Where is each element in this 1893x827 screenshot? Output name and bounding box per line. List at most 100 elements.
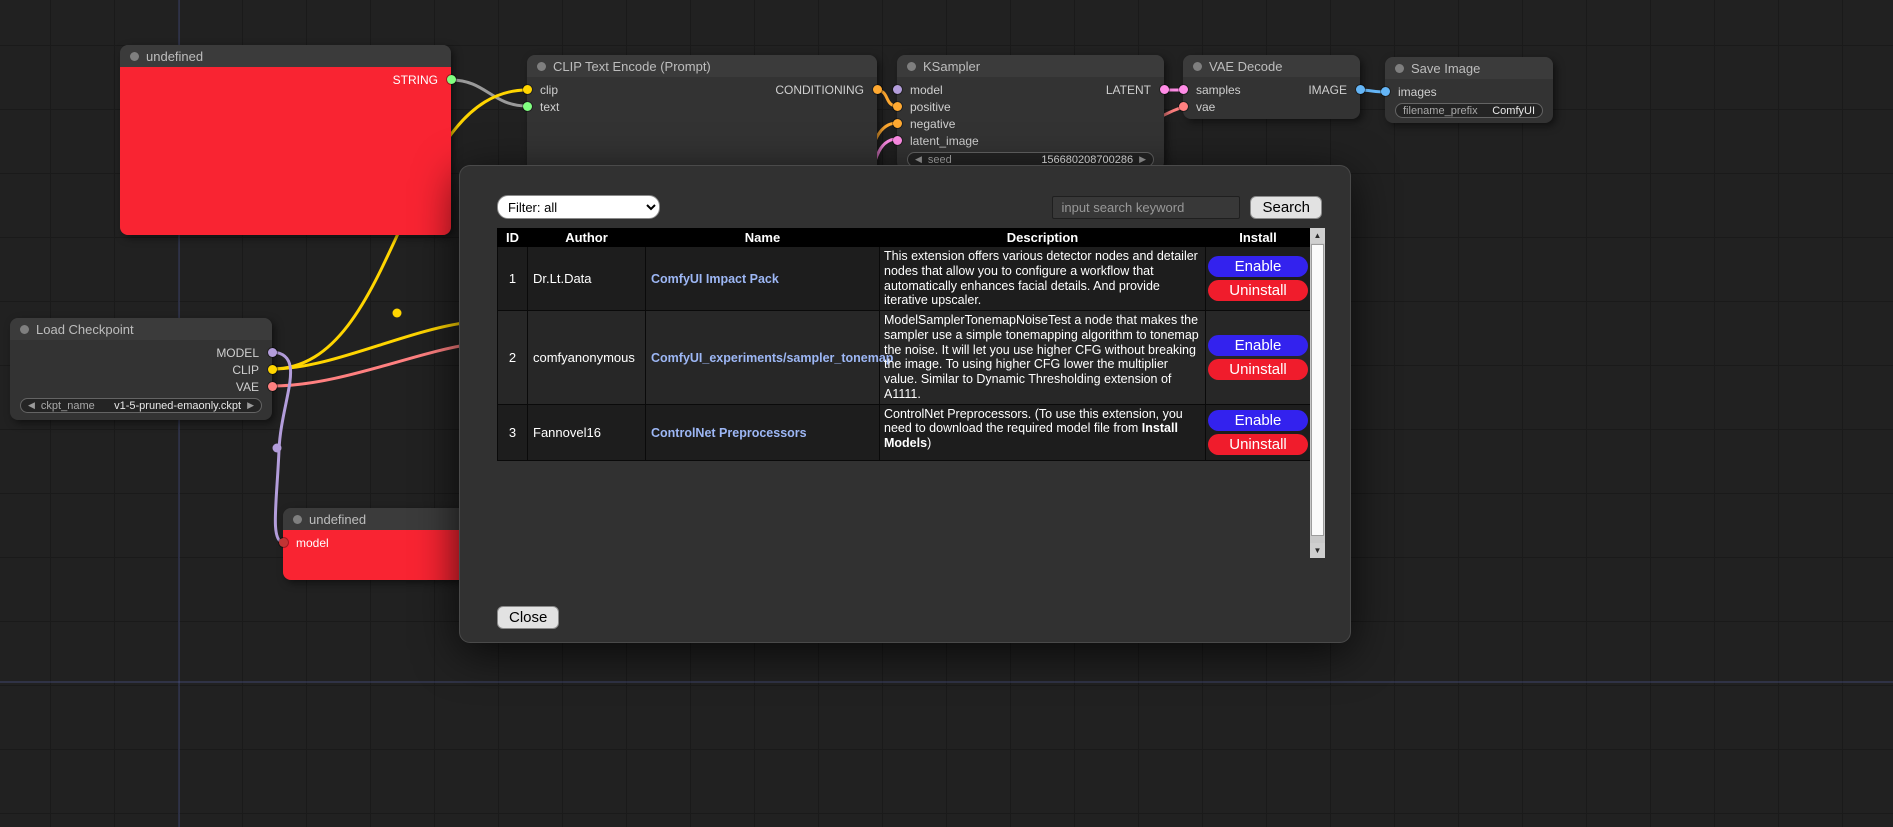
- output-label: IMAGE: [1308, 83, 1347, 97]
- node-title-bar[interactable]: Save Image: [1385, 57, 1553, 79]
- MODEL-output-port[interactable]: [268, 348, 277, 357]
- LATENT-output-port[interactable]: [1160, 85, 1169, 94]
- scrollbar-up-icon[interactable]: ▲: [1310, 228, 1325, 243]
- port-row: text: [527, 98, 877, 115]
- output-label: MODEL: [216, 346, 259, 360]
- widget-left-arrow-icon[interactable]: ◀: [28, 400, 35, 411]
- filename_prefix-widget[interactable]: filename_prefixComfyUI: [1395, 103, 1543, 118]
- ckpt_name-widget[interactable]: ◀ckpt_namev1-5-pruned-emaonly.ckpt▶: [20, 398, 262, 413]
- extension-name-cell: ComfyUI Impact Pack: [646, 247, 880, 311]
- ksampler-node[interactable]: KSamplermodelLATENTpositivenegativelaten…: [897, 55, 1164, 170]
- search-button[interactable]: Search: [1250, 196, 1322, 219]
- extension-link[interactable]: ComfyUI Impact Pack: [651, 272, 779, 286]
- input-label: model: [296, 536, 329, 550]
- port-row: STRING: [120, 71, 451, 88]
- extension-table: IDAuthorNameDescriptionInstall 1Dr.Lt.Da…: [497, 228, 1311, 461]
- install-cell: Enable Uninstall: [1206, 311, 1311, 405]
- CONDITIONING-output-port[interactable]: [873, 85, 882, 94]
- node-title-bar[interactable]: undefined: [283, 508, 478, 530]
- table-scrollbar[interactable]: ▲ ▼: [1310, 228, 1325, 558]
- latent_image-input-port[interactable]: [893, 136, 902, 145]
- widget-value: 156680208700286: [1041, 154, 1133, 166]
- input-label: text: [540, 100, 559, 114]
- node-collapse-dot-icon[interactable]: [907, 62, 916, 71]
- extension-link[interactable]: ControlNet Preprocessors: [651, 426, 807, 440]
- node-title-bar[interactable]: undefined: [120, 45, 451, 67]
- node-collapse-dot-icon[interactable]: [20, 325, 29, 334]
- output-label: CONDITIONING: [775, 83, 864, 97]
- port-row: latent_image: [897, 132, 1164, 149]
- text-input-port[interactable]: [523, 102, 532, 111]
- link-midpoint-dot: [393, 309, 402, 318]
- seed-widget[interactable]: ◀ seed 156680208700286 ▶: [907, 152, 1154, 167]
- widget-right-arrow-icon[interactable]: ▶: [1139, 154, 1146, 165]
- scrollbar-thumb[interactable]: [1311, 244, 1324, 536]
- clip-text-encode-node[interactable]: CLIP Text Encode (Prompt) clipCONDITIONIN…: [527, 55, 877, 175]
- port-row: clipCONDITIONING: [527, 81, 877, 98]
- vae-decode-node[interactable]: VAE Decode samplesIMAGEvae: [1183, 55, 1360, 119]
- clip-input-port[interactable]: [523, 85, 532, 94]
- link-midpoint-dot: [273, 444, 282, 453]
- vae-input-port[interactable]: [1179, 102, 1188, 111]
- node-collapse-dot-icon[interactable]: [1193, 62, 1202, 71]
- uninstall-button[interactable]: Uninstall: [1208, 359, 1308, 380]
- node-collapse-dot-icon[interactable]: [293, 515, 302, 524]
- scrollbar-down-icon[interactable]: ▼: [1310, 543, 1325, 558]
- close-button[interactable]: Close: [497, 606, 559, 629]
- extension-link[interactable]: ComfyUI_experiments/sampler_tonemap: [651, 351, 893, 365]
- extension-row: 3Fannovel16ControlNet PreprocessorsContr…: [498, 404, 1311, 460]
- uninstall-button[interactable]: Uninstall: [1208, 434, 1308, 455]
- node-title-text: VAE Decode: [1209, 59, 1282, 74]
- node-collapse-dot-icon[interactable]: [130, 52, 139, 61]
- enable-button[interactable]: Enable: [1208, 256, 1308, 277]
- description-text: ModelSamplerTonemapNoiseTest a node that…: [884, 313, 1199, 401]
- node-title-bar[interactable]: KSampler: [897, 55, 1164, 77]
- node-collapse-dot-icon[interactable]: [1395, 64, 1404, 73]
- input-label: positive: [910, 100, 951, 114]
- node-collapse-dot-icon[interactable]: [537, 62, 546, 71]
- enable-button[interactable]: Enable: [1208, 410, 1308, 431]
- node-title-text: CLIP Text Encode (Prompt): [553, 59, 711, 74]
- widget-label: filename_prefix: [1403, 105, 1478, 117]
- extension-author: Fannovel16: [528, 404, 646, 460]
- load-checkpoint-node[interactable]: Load CheckpointMODELCLIPVAE◀ckpt_namev1-…: [10, 318, 272, 420]
- error-node-top[interactable]: undefined STRING: [120, 45, 451, 235]
- port-row: samplesIMAGE: [1183, 81, 1360, 98]
- node-title-text: Save Image: [1411, 61, 1480, 76]
- model-input-port[interactable]: [279, 538, 288, 547]
- STRING-output-port[interactable]: [447, 75, 456, 84]
- port-row: images: [1385, 83, 1553, 100]
- node-graph-canvas[interactable]: undefined STRING CLIP Text Encode (Prompt)…: [0, 0, 1893, 827]
- widget-label: seed: [928, 154, 952, 166]
- negative-input-port[interactable]: [893, 119, 902, 128]
- VAE-output-port[interactable]: [268, 382, 277, 391]
- link-string-to-text: [451, 80, 527, 106]
- node-title-bar[interactable]: CLIP Text Encode (Prompt): [527, 55, 877, 77]
- node-title-bar[interactable]: Load Checkpoint: [10, 318, 272, 340]
- CLIP-output-port[interactable]: [268, 365, 277, 374]
- IMAGE-output-port[interactable]: [1356, 85, 1365, 94]
- enable-button[interactable]: Enable: [1208, 335, 1308, 356]
- positive-input-port[interactable]: [893, 102, 902, 111]
- extension-author: Dr.Lt.Data: [528, 247, 646, 311]
- model-input-port[interactable]: [893, 85, 902, 94]
- error-node-bottom[interactable]: undefined model: [283, 508, 478, 580]
- output-label: CLIP: [232, 363, 259, 377]
- uninstall-button[interactable]: Uninstall: [1208, 280, 1308, 301]
- widget-left-arrow-icon[interactable]: ◀: [915, 154, 922, 165]
- images-input-port[interactable]: [1381, 87, 1390, 96]
- input-label: negative: [910, 117, 955, 131]
- extension-name-cell: ControlNet Preprocessors: [646, 404, 880, 460]
- widget-right-arrow-icon[interactable]: ▶: [247, 400, 254, 411]
- widget-label: ckpt_name: [41, 400, 95, 412]
- node-title-bar[interactable]: VAE Decode: [1183, 55, 1360, 77]
- port-row: vae: [1183, 98, 1360, 115]
- save-image-node[interactable]: Save Image images filename_prefixComfyUI: [1385, 57, 1553, 123]
- column-header-author: Author: [528, 229, 646, 247]
- filter-select[interactable]: Filter: all: [497, 195, 660, 219]
- node-title-text: undefined: [309, 512, 366, 527]
- search-input[interactable]: [1052, 196, 1240, 219]
- samples-input-port[interactable]: [1179, 85, 1188, 94]
- extension-list: IDAuthorNameDescriptionInstall 1Dr.Lt.Da…: [497, 228, 1325, 558]
- input-label: latent_image: [910, 134, 979, 148]
